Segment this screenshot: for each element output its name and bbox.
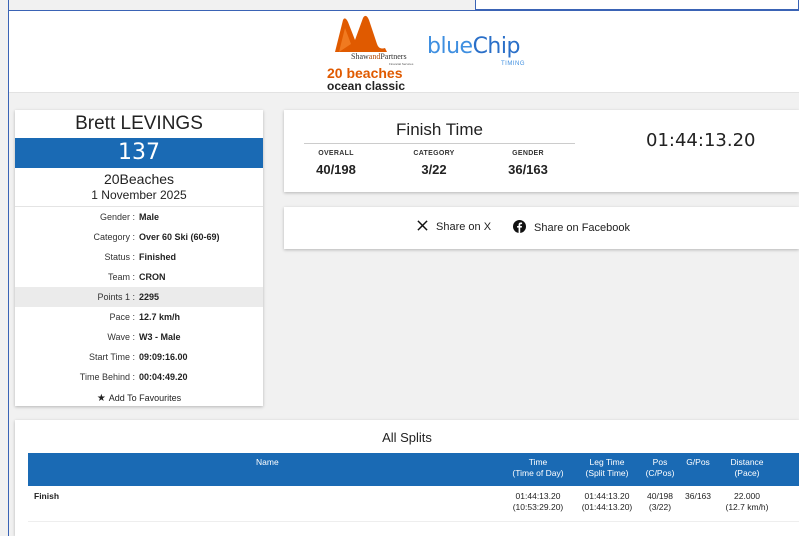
splits-header-row: Name Time (Time of Day) Leg Time (Split Ti… bbox=[28, 453, 799, 486]
finish-title: Finish Time bbox=[396, 120, 483, 139]
athlete-card: Brett LEVINGS 137 20Beaches 1 November 2… bbox=[15, 110, 263, 406]
add-to-favourites-button[interactable]: ★ Add To Favourites bbox=[15, 387, 263, 409]
detail-value: 09:09:16.00 bbox=[139, 352, 188, 362]
athlete-name: Brett LEVINGS bbox=[75, 113, 203, 134]
detail-row: Team : CRON bbox=[15, 267, 263, 287]
share-x-button[interactable]: Share on X bbox=[417, 220, 491, 234]
col-leg-time: Leg Time (Split Time) bbox=[585, 457, 629, 478]
splits-card: All Splits Name Time (Time of Day) Leg Ti… bbox=[15, 420, 799, 536]
detail-row: Start Time : 09:09:16.00 bbox=[15, 347, 263, 367]
finish-time-card: Finish Time OVERALL 40/198 CATEGORY 3/22… bbox=[284, 110, 799, 192]
detail-row: Pace : 12.7 km/h bbox=[15, 307, 263, 327]
split-time: 01:44:13.20 (10:53:29.20) bbox=[512, 491, 564, 512]
detail-row: Time Behind : 00:04:49.20 bbox=[15, 367, 263, 387]
overall-value: 40/198 bbox=[316, 162, 356, 177]
bluechip-logo[interactable]: blueChip TIMING bbox=[427, 34, 525, 67]
detail-row: Category : Over 60 Ski (60-69) bbox=[15, 227, 263, 247]
event-logo-line1: 20 beaches bbox=[327, 65, 403, 81]
gender-value: 36/163 bbox=[508, 162, 548, 177]
col-time: Time (Time of Day) bbox=[512, 457, 564, 478]
col-distance: Distance (Pace) bbox=[730, 457, 764, 478]
split-pos: 40/198 (3/22) bbox=[647, 491, 673, 512]
bib-number: 137 bbox=[15, 138, 263, 168]
category-stat: CATEGORY 3/22 bbox=[402, 150, 466, 177]
event-date: 1 November 2025 bbox=[15, 187, 263, 207]
detail-value: Over 60 Ski (60-69) bbox=[139, 232, 220, 242]
sponsor-name: ShawandPartners bbox=[351, 52, 407, 61]
splits-table: Name Time (Time of Day) Leg Time (Split Ti… bbox=[28, 453, 799, 522]
col-gpos: G/Pos bbox=[686, 457, 710, 467]
col-name: Name bbox=[256, 457, 279, 467]
detail-row: Status : Finished bbox=[15, 247, 263, 267]
timing-text: TIMING bbox=[501, 61, 525, 67]
overall-stat: OVERALL 40/198 bbox=[304, 150, 368, 177]
detail-key: Pace : bbox=[109, 312, 135, 322]
bluechip-text: blueChip bbox=[427, 34, 520, 59]
share-x-label: Share on X bbox=[436, 221, 492, 233]
detail-value: CRON bbox=[139, 272, 166, 282]
detail-value: 2295 bbox=[139, 292, 160, 302]
wave-swoosh-icon bbox=[335, 15, 387, 52]
split-name: Finish bbox=[34, 491, 60, 501]
share-card: Share on X Share on Facebook bbox=[284, 207, 799, 249]
detail-key: Category : bbox=[93, 232, 135, 242]
facebook-icon bbox=[513, 220, 526, 236]
event-name: 20Beaches bbox=[103, 171, 175, 187]
detail-key: Time Behind : bbox=[79, 372, 135, 382]
share-facebook-label: Share on Facebook bbox=[534, 222, 631, 234]
gender-label: GENDER bbox=[512, 150, 544, 157]
event-logo[interactable]: ShawandPartners Financial Services 20 be… bbox=[323, 14, 423, 94]
share-facebook-button[interactable]: Share on Facebook bbox=[513, 220, 630, 236]
detail-value: 00:04:49.20 bbox=[139, 372, 188, 382]
category-label: CATEGORY bbox=[413, 150, 455, 157]
logos: ShawandPartners Financial Services 20 be… bbox=[323, 14, 525, 94]
detail-value: 12.7 km/h bbox=[139, 312, 181, 322]
page-header: ShawandPartners Financial Services 20 be… bbox=[9, 10, 799, 93]
divider bbox=[304, 143, 575, 144]
split-gpos: 36/163 bbox=[685, 491, 711, 501]
detail-key: Status : bbox=[104, 252, 135, 262]
split-distance: 22.000 (12.7 km/h) bbox=[725, 491, 769, 512]
star-icon: ★ bbox=[96, 393, 106, 404]
detail-row: Points 1 : 2295 bbox=[15, 287, 263, 307]
splits-title: All Splits bbox=[382, 430, 432, 445]
detail-value: Male bbox=[139, 212, 160, 222]
overall-label: OVERALL bbox=[318, 150, 354, 157]
athlete-details: Gender : Male Category : Over 60 Ski (60-69… bbox=[15, 207, 263, 387]
col-pos: Pos (C/Pos) bbox=[645, 457, 675, 478]
window-frame-top bbox=[475, 0, 799, 10]
favourites-label: Add To Favourites bbox=[108, 393, 182, 403]
detail-key: Gender : bbox=[99, 212, 135, 222]
detail-key: Start Time : bbox=[88, 352, 135, 362]
detail-row: Wave : W3 - Male bbox=[15, 327, 263, 347]
event-logo-line2: ocean classic bbox=[327, 79, 406, 93]
finish-time: 01:44:13.20 bbox=[646, 130, 756, 151]
category-value: 3/22 bbox=[421, 162, 447, 177]
detail-value: W3 - Male bbox=[139, 332, 181, 342]
x-logo-icon bbox=[417, 220, 428, 234]
detail-key: Wave : bbox=[107, 332, 135, 342]
detail-key: Points 1 : bbox=[97, 292, 135, 302]
detail-row: Gender : Male bbox=[15, 207, 263, 227]
gender-stat: GENDER 36/163 bbox=[496, 150, 560, 177]
split-leg-time: 01:44:13.20 (01:44:13.20) bbox=[581, 491, 633, 512]
table-row[interactable]: Finish 01:44:13.20 (10:53:29.20) 01:44:13… bbox=[28, 486, 799, 522]
detail-value: Finished bbox=[139, 252, 177, 262]
detail-key: Team : bbox=[107, 272, 135, 282]
